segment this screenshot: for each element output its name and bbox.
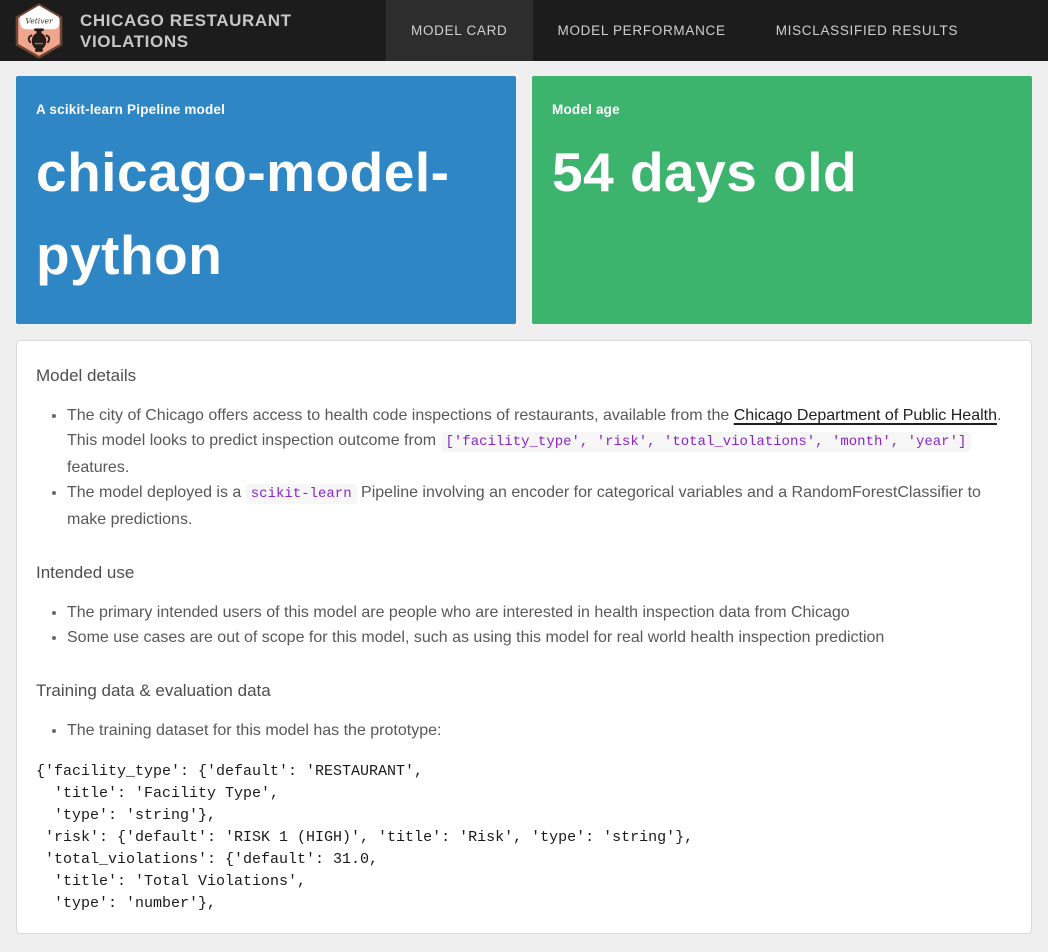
tab-model-performance[interactable]: MODEL PERFORMANCE (533, 0, 751, 61)
vetiver-logo-icon: Vetiver (12, 3, 66, 59)
valuebox-age-value: 54 days old (552, 131, 1012, 214)
app-header: Vetiver CHICAGO RESTAURANT VIOLATIONS MO… (0, 0, 1048, 61)
prototype-code-block: {'facility_type': {'default': 'RESTAURAN… (36, 761, 1011, 915)
logo-script-text: Vetiver (25, 16, 54, 25)
details-bullet2-text1: The model deployed is a (67, 484, 246, 501)
model-details-list: The city of Chicago offers access to hea… (36, 403, 1011, 532)
link-chicago-dept-public-health[interactable]: Chicago Department of Public Health (734, 407, 997, 424)
valuebox-model-age: Model age 54 days old (532, 76, 1032, 324)
valuebox-model-value: chicago-model-python (36, 131, 496, 296)
section-heading-intended-use: Intended use (36, 560, 1011, 586)
details-bullet1-text3: features. (67, 459, 129, 476)
intended-use-list: The primary intended users of this model… (36, 600, 1011, 650)
list-item: The training dataset for this model has … (67, 718, 1011, 743)
valuebox-model-label: A scikit-learn Pipeline model (36, 102, 496, 117)
section-heading-model-details: Model details (36, 363, 1011, 389)
list-item: The model deployed is a scikit-learn Pip… (67, 480, 1011, 532)
inline-code-features: ['facility_type', 'risk', 'total_violati… (441, 432, 972, 452)
app-title: CHICAGO RESTAURANT VIOLATIONS (80, 10, 380, 52)
brand: Vetiver CHICAGO RESTAURANT VIOLATIONS (0, 0, 380, 61)
list-item: The primary intended users of this model… (67, 600, 1011, 625)
main-nav: MODEL CARD MODEL PERFORMANCE MISCLASSIFI… (386, 0, 983, 61)
tab-model-card[interactable]: MODEL CARD (386, 0, 533, 61)
training-data-list: The training dataset for this model has … (36, 718, 1011, 743)
list-item: Some use cases are out of scope for this… (67, 625, 1011, 650)
details-bullet1-text1: The city of Chicago offers access to hea… (67, 407, 734, 424)
list-item: The city of Chicago offers access to hea… (67, 403, 1011, 480)
valuebox-row: A scikit-learn Pipeline model chicago-mo… (16, 76, 1032, 324)
valuebox-model-name: A scikit-learn Pipeline model chicago-mo… (16, 76, 516, 324)
section-heading-training-data: Training data & evaluation data (36, 678, 1011, 704)
tab-misclassified-results[interactable]: MISCLASSIFIED RESULTS (751, 0, 984, 61)
inline-code-scikit-learn: scikit-learn (246, 484, 357, 504)
valuebox-age-label: Model age (552, 102, 1012, 117)
model-card-panel[interactable]: Model details The city of Chicago offers… (16, 340, 1032, 934)
